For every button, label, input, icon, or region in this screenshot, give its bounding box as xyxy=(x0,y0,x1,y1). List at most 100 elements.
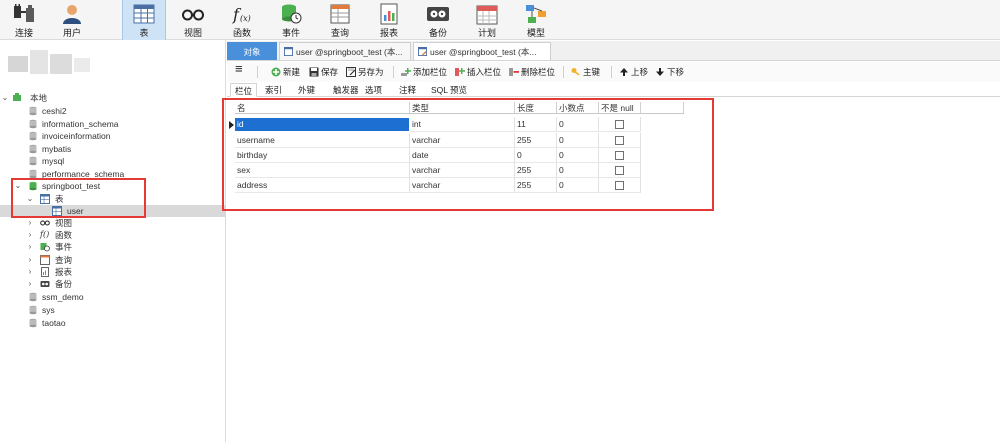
field-decimals-cell[interactable]: 0 xyxy=(557,133,599,148)
chevron-right-icon[interactable]: › xyxy=(26,217,34,229)
save-button[interactable]: 保存 xyxy=(309,65,338,79)
tree-item-information-schema[interactable]: information_schema xyxy=(0,118,226,130)
tree-item-functions[interactable]: › f() 函数 xyxy=(0,229,226,241)
field-decimals-cell[interactable]: 0 xyxy=(557,163,599,178)
field-decimals-cell[interactable]: 0 xyxy=(557,117,599,132)
tree-item-queries[interactable]: › 查询 xyxy=(0,254,226,266)
tree-item-backups[interactable]: › 备份 xyxy=(0,278,226,290)
tree-item-mysql[interactable]: mysql xyxy=(0,155,226,167)
tree-item-reports[interactable]: › 报表 xyxy=(0,266,226,278)
tab-user-table-2[interactable]: user @springboot_test (本... xyxy=(413,42,551,60)
field-type-cell[interactable]: varchar xyxy=(410,163,515,178)
field-length-cell[interactable]: 255 xyxy=(515,178,557,193)
tree-item-views[interactable]: › 视图 xyxy=(0,217,226,229)
chevron-down-icon[interactable]: ⌄ xyxy=(26,193,34,205)
connect-button[interactable]: 连接 xyxy=(2,0,46,40)
backup-button[interactable]: 备份 xyxy=(416,0,460,40)
chevron-right-icon[interactable]: › xyxy=(26,278,34,290)
field-type-cell[interactable]: date xyxy=(410,148,515,163)
view-button[interactable]: 视图 xyxy=(171,0,215,40)
primary-key-button[interactable]: 主键 xyxy=(571,65,600,79)
chevron-right-icon[interactable]: › xyxy=(26,241,34,253)
field-length-cell[interactable]: 255 xyxy=(515,133,557,148)
subtab-triggers[interactable]: 触发器 xyxy=(329,83,363,97)
tree-item-performance-schema[interactable]: performance_schema xyxy=(0,168,226,180)
subtab-comments[interactable]: 注释 xyxy=(395,83,420,97)
tab-user-table-1[interactable]: user @springboot_test (本... xyxy=(279,42,411,60)
column-header-length[interactable]: 长度 xyxy=(515,102,557,114)
move-up-button[interactable]: 上移 xyxy=(619,65,648,79)
new-button[interactable]: 新建 xyxy=(271,65,300,79)
subtab-options[interactable]: 选项 xyxy=(361,83,386,97)
tree-item-mybatis[interactable]: mybatis xyxy=(0,143,226,155)
chevron-down-icon[interactable]: ⌄ xyxy=(14,180,22,192)
tree-item-tables[interactable]: ⌄ 表 xyxy=(0,193,226,205)
tree-item-sys[interactable]: sys xyxy=(0,304,226,316)
move-down-button[interactable]: 下移 xyxy=(655,65,684,79)
menu-icon[interactable]: ≡ xyxy=(235,62,243,76)
delete-field-button[interactable]: 删除栏位 xyxy=(509,65,555,79)
model-button[interactable]: 模型 xyxy=(514,0,558,40)
function-button[interactable]: f (x) 函数 xyxy=(220,0,264,40)
tree-item-ssm-demo[interactable]: ssm_demo xyxy=(0,291,226,303)
add-field-label: 添加栏位 xyxy=(413,67,448,77)
field-type-cell[interactable]: varchar xyxy=(410,178,515,193)
column-header-not-null[interactable]: 不是 null xyxy=(599,102,641,114)
column-header-name[interactable]: 名 xyxy=(235,102,410,114)
add-field-button[interactable]: 添加栏位 xyxy=(401,65,447,79)
column-header-decimals[interactable]: 小数点 xyxy=(557,102,599,114)
not-null-checkbox[interactable] xyxy=(615,120,624,129)
tab-objects[interactable]: 对象 xyxy=(227,42,277,60)
subtab-fields[interactable]: 栏位 xyxy=(230,83,258,97)
save-label: 保存 xyxy=(321,67,339,77)
chevron-right-icon[interactable]: › xyxy=(26,229,34,241)
save-icon xyxy=(309,67,319,77)
chevron-right-icon[interactable]: › xyxy=(26,266,34,278)
report-button[interactable]: 报表 xyxy=(367,0,411,40)
tree-label: sys xyxy=(42,305,55,315)
not-null-checkbox[interactable] xyxy=(615,181,624,190)
schedule-button[interactable]: 计划 xyxy=(465,0,509,40)
function-label: 函数 xyxy=(232,28,251,38)
tree-item-ceshi2[interactable]: ceshi2 xyxy=(0,105,226,117)
svg-text:(x): (x) xyxy=(240,14,251,23)
tree-item-springboot-test[interactable]: ⌄ springboot_test xyxy=(0,180,226,192)
toolbar-divider xyxy=(563,66,564,78)
field-name-cell[interactable]: sex xyxy=(235,163,410,178)
table-button[interactable]: 表 xyxy=(122,0,166,40)
field-length-cell[interactable]: 11 xyxy=(515,117,557,132)
field-decimals-cell[interactable]: 0 xyxy=(557,178,599,193)
field-type-cell[interactable]: int xyxy=(410,117,515,132)
chevron-right-icon[interactable]: › xyxy=(26,254,34,266)
user-button[interactable]: 用户 xyxy=(50,0,94,40)
field-length-cell[interactable]: 0 xyxy=(515,148,557,163)
save-as-button[interactable]: 另存为 xyxy=(346,65,384,79)
tree-item-events[interactable]: › 事件 xyxy=(0,241,226,253)
not-null-checkbox[interactable] xyxy=(615,136,624,145)
tree-label: user xyxy=(67,206,84,216)
event-button[interactable]: 事件 xyxy=(269,0,313,40)
query-button[interactable]: 查询 xyxy=(318,0,362,40)
field-type-cell[interactable]: varchar xyxy=(410,133,515,148)
column-header-type[interactable]: 类型 xyxy=(410,102,515,114)
tree-item-invoiceinformation[interactable]: invoiceinformation xyxy=(0,130,226,142)
field-name-input[interactable]: id xyxy=(235,118,409,131)
field-decimals-cell[interactable]: 0 xyxy=(557,148,599,163)
field-length-cell[interactable]: 255 xyxy=(515,163,557,178)
subtab-indexes[interactable]: 索引 xyxy=(261,83,286,97)
field-name-cell[interactable]: birthday xyxy=(235,148,410,163)
insert-field-button[interactable]: 插入栏位 xyxy=(455,65,501,79)
field-name-cell[interactable]: address xyxy=(235,178,410,193)
tree-item-user[interactable]: user xyxy=(0,205,226,217)
not-null-checkbox[interactable] xyxy=(615,166,624,175)
report-label: 报表 xyxy=(379,28,398,38)
tree-label: invoiceinformation xyxy=(42,131,111,141)
subtab-foreign-keys[interactable]: 外键 xyxy=(294,83,319,97)
not-null-checkbox[interactable] xyxy=(615,151,624,160)
field-name-cell[interactable]: username xyxy=(235,133,410,148)
chevron-down-icon[interactable]: ⌄ xyxy=(1,92,9,104)
database-icon xyxy=(29,318,37,328)
tree-connection[interactable]: ⌄ 本地 xyxy=(0,92,226,104)
subtab-sql-preview[interactable]: SQL 预览 xyxy=(427,83,471,97)
tree-item-taotao[interactable]: taotao xyxy=(0,317,226,329)
